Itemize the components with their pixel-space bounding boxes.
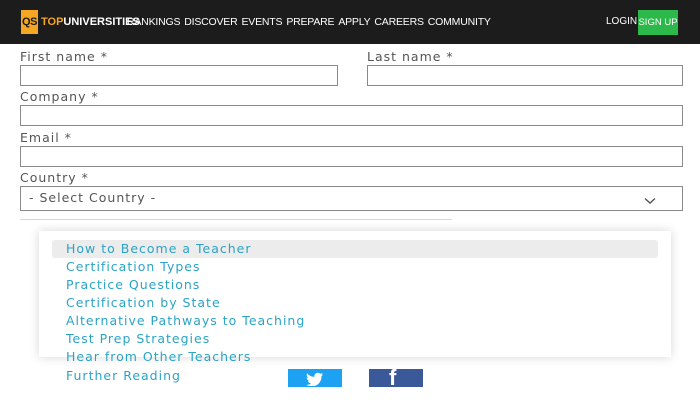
company-field[interactable] <box>20 105 683 126</box>
chevron-down-icon <box>644 193 656 208</box>
first-name-label: First name * <box>20 49 108 64</box>
country-select-value: - Select Country - <box>29 190 157 205</box>
first-name-field[interactable] <box>20 65 338 86</box>
login-link[interactable]: LOGIN <box>606 15 637 29</box>
menu-item-certification-types[interactable]: Certification Types <box>66 259 200 275</box>
signup-button[interactable]: SIGN UP <box>638 10 678 35</box>
menu-item-hear-from-other-teachers[interactable]: Hear from Other Teachers <box>66 349 251 365</box>
top-nav-bar: QS TOPUNIVERSITIES RANKINGS DISCOVER EVE… <box>0 0 700 44</box>
nav-community[interactable]: COMMUNITY <box>428 15 491 29</box>
twitter-share-button[interactable] <box>288 369 342 387</box>
menu-item-practice-questions[interactable]: Practice Questions <box>66 277 200 293</box>
menu-item-test-prep-strategies[interactable]: Test Prep Strategies <box>66 331 210 347</box>
facebook-share-button[interactable]: f <box>369 369 423 387</box>
nav-prepare[interactable]: PREPARE <box>286 15 334 29</box>
menu-item-certification-by-state[interactable]: Certification by State <box>66 295 221 311</box>
nav-rankings[interactable]: RANKINGS <box>127 15 180 29</box>
menu-item-alternative-pathways[interactable]: Alternative Pathways to Teaching <box>66 313 305 329</box>
main-nav: RANKINGS DISCOVER EVENTS PREPARE APPLY C… <box>127 15 491 29</box>
last-name-label: Last name * <box>367 49 454 64</box>
nav-apply[interactable]: APPLY <box>338 15 370 29</box>
company-label: Company * <box>20 89 99 104</box>
twitter-icon <box>306 371 324 390</box>
form-divider <box>20 219 452 220</box>
qs-logo-mark[interactable]: QS <box>21 10 38 34</box>
nav-discover[interactable]: DISCOVER <box>184 15 237 29</box>
email-field[interactable] <box>20 146 683 167</box>
last-name-field[interactable] <box>367 65 683 86</box>
site-logo-text[interactable]: TOPUNIVERSITIES <box>41 15 140 29</box>
country-label: Country * <box>20 170 89 185</box>
facebook-icon: f <box>389 369 397 387</box>
nav-events[interactable]: EVENTS <box>242 15 283 29</box>
logo-text-top: TOP <box>41 16 64 28</box>
menu-item-further-reading[interactable]: Further Reading <box>66 368 181 384</box>
nav-careers[interactable]: CAREERS <box>374 15 424 29</box>
email-label: Email * <box>20 130 72 145</box>
menu-item-how-to-become-a-teacher[interactable]: How to Become a Teacher <box>66 241 252 257</box>
country-select[interactable]: - Select Country - <box>20 186 683 211</box>
